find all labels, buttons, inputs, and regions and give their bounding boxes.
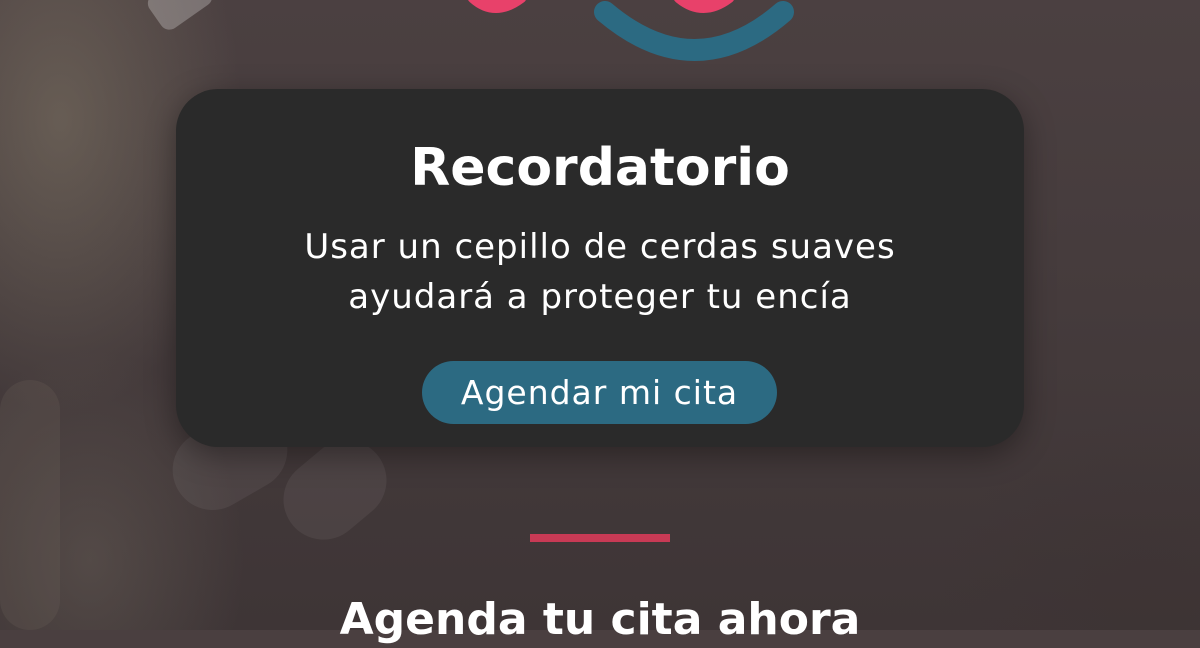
divider (530, 534, 670, 542)
schedule-appointment-button[interactable]: Agendar mi cita (422, 361, 777, 424)
reminder-text-content: Usar un cepillo de cerdas suaves ayudará… (304, 227, 896, 317)
reminder-text: Usar un cepillo de cerdas suaves ayudará… (0, 222, 1200, 322)
background-blur-shape (143, 0, 217, 34)
smile-logo-icon (468, 0, 794, 61)
card-title: Recordatorio (410, 138, 790, 198)
bottom-heading: Agenda tu cita ahora (339, 594, 861, 645)
